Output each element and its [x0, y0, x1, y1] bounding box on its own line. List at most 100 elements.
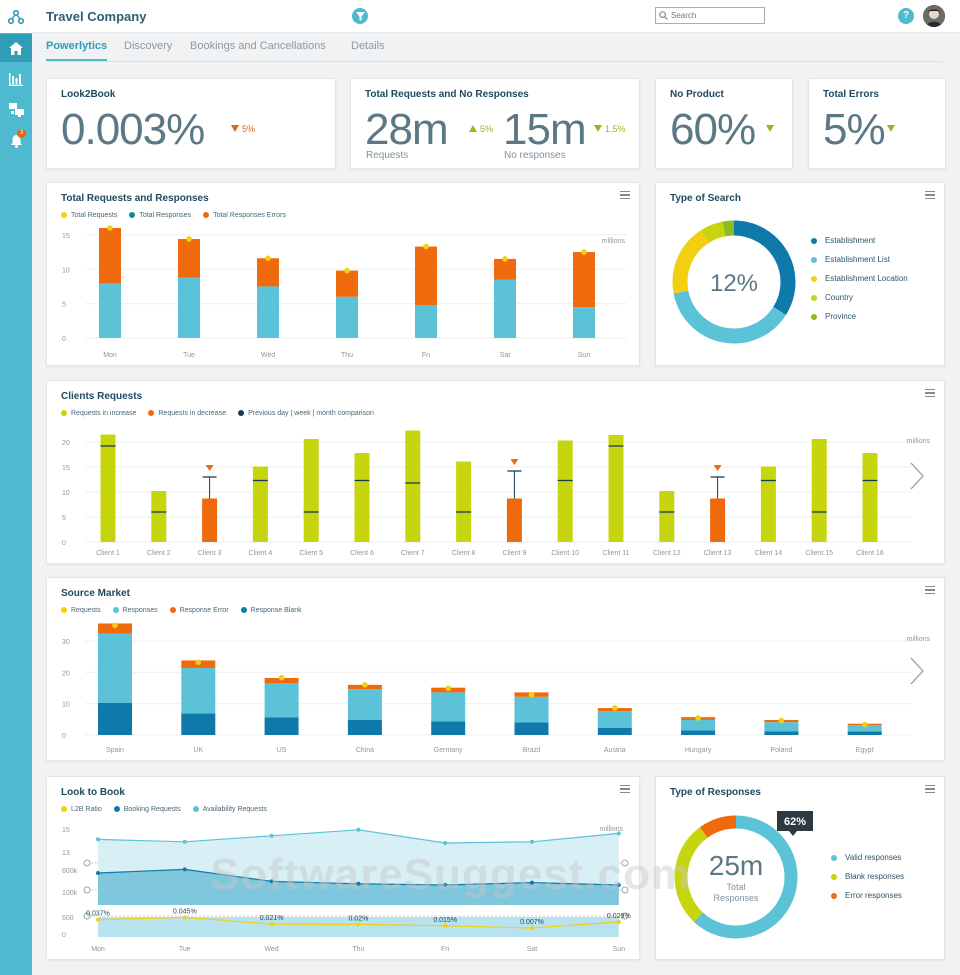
chevron-right-icon[interactable] — [907, 461, 927, 491]
chevron-right-icon[interactable] — [907, 656, 927, 686]
kpi-delta: 5% — [231, 124, 255, 134]
y-tick-label: 10 — [62, 490, 70, 497]
chart-total-requests-responses: 0 5 10 15 millions Mon Tue Wed Thu Fri Sat Sun — [62, 225, 627, 359]
x-tick-label: Client 4 — [249, 550, 273, 557]
help-button[interactable]: ? — [898, 8, 914, 24]
bar-blank — [431, 721, 466, 735]
down-arrow-icon — [766, 125, 774, 132]
bar-responses — [264, 683, 299, 718]
unit-label: millions — [907, 636, 931, 643]
bar-errors — [257, 258, 279, 287]
bar-blank — [98, 702, 132, 735]
filter-button[interactable] — [352, 8, 368, 24]
kpi-card-no-product: No Product 60% — [655, 78, 793, 169]
y-tick-label: 13 — [62, 850, 70, 857]
chart-card-type-of-responses: Type of Responses 25m Total Responses 62% V… — [655, 776, 945, 960]
donut-slice — [701, 221, 726, 243]
legend-item[interactable]: Establishment Location — [811, 274, 908, 283]
sidebar-item-notifications[interactable]: 3 — [0, 127, 32, 155]
legend-item[interactable]: Province — [811, 312, 908, 321]
x-tick-label: Sun — [578, 352, 591, 359]
x-tick-label: Client 9 — [503, 550, 527, 557]
y-tick-label: 600 — [62, 915, 74, 922]
y-tick-label: 15 — [62, 233, 70, 240]
point-requests — [278, 674, 285, 681]
chart-card-clients-requests: Clients Requests Requests in increase Re… — [46, 380, 945, 564]
legend-item[interactable]: Country — [811, 293, 908, 302]
point-requests — [528, 691, 535, 698]
donut-legend: Valid responses Blank responses Error re… — [831, 853, 904, 910]
point-booking — [269, 879, 274, 884]
bar-errors — [178, 239, 200, 278]
kpi-value: 0.003% — [61, 105, 205, 154]
sidebar-item-network[interactable] — [0, 96, 32, 124]
point-requests — [861, 721, 868, 728]
bar-blank — [347, 719, 382, 735]
x-tick-label: Hungary — [685, 747, 712, 754]
point-requests — [445, 685, 452, 692]
bar-increase — [862, 453, 878, 542]
y-tick-label: 600k — [62, 868, 78, 875]
legend-item[interactable]: Blank responses — [831, 872, 904, 881]
chart-clients-requests: 0 5 10 15 20 millions Client 1 Client 2 Client 3… — [62, 430, 930, 557]
y-tick-label: 0 — [62, 733, 66, 740]
y-tick-label: 15 — [62, 465, 70, 472]
app-logo[interactable] — [0, 0, 32, 33]
point-requests — [581, 249, 587, 255]
kpi-no-responses-delta: 1.5% — [594, 124, 626, 134]
sidebar-item-home[interactable] — [0, 34, 32, 62]
bar-responses — [431, 692, 466, 722]
chart-look-to-book: 0600100k600k1315 millions0.037%Mon0.045%T… — [62, 826, 631, 953]
legend-item[interactable]: Establishment — [811, 236, 908, 245]
y-tick-label: 20 — [62, 440, 70, 447]
tab-powerlytics[interactable]: Powerlytics — [46, 40, 108, 61]
tab-bookings-and-cancellations[interactable]: Bookings and Cancellations — [190, 40, 326, 52]
bar-responses — [257, 286, 279, 338]
donut-slice — [699, 815, 737, 838]
donut-center-label: Total — [726, 882, 745, 892]
legend-item[interactable]: Error responses — [831, 891, 904, 900]
down-arrow-icon — [887, 125, 895, 132]
donut-center-value: 25m — [709, 850, 763, 881]
y-tick-label: 0 — [62, 932, 66, 939]
bar-increase — [405, 430, 421, 542]
x-tick-label: Fri — [441, 946, 450, 953]
callout-value: 62% — [784, 816, 806, 828]
x-tick-label: Sat — [500, 352, 511, 359]
search-box[interactable] — [655, 7, 765, 24]
donut-legend: Establishment Establishment List Establi… — [811, 236, 908, 331]
x-tick-label: Sat — [527, 946, 538, 953]
sidebar-item-analytics[interactable] — [0, 65, 32, 93]
tab-details[interactable]: Details — [351, 40, 385, 52]
y-tick-label: 10 — [62, 702, 70, 709]
data-label: 0.007% — [520, 919, 544, 926]
chart-card-type-of-search: Type of Search 12% Establishment Establi… — [655, 182, 945, 366]
bar-responses — [597, 711, 632, 728]
range-handle — [621, 886, 629, 894]
x-tick-label: Client 13 — [704, 550, 732, 557]
data-label: 0.045% — [173, 908, 197, 915]
bar-responses — [336, 296, 358, 338]
legend-item[interactable]: Valid responses — [831, 853, 904, 862]
bar-errors — [99, 228, 121, 284]
down-arrow-icon — [231, 125, 239, 132]
kpi-delta-value: 1.5% — [605, 124, 626, 134]
search-input[interactable] — [671, 11, 761, 20]
bar-decrease — [710, 498, 726, 542]
point-requests — [502, 256, 508, 262]
point-booking — [616, 883, 621, 887]
filter-icon — [355, 11, 365, 21]
y-tick-label: 30 — [62, 639, 70, 646]
tab-discovery[interactable]: Discovery — [124, 40, 172, 52]
data-label: 0.02% — [348, 915, 368, 922]
x-tick-label: Sun — [613, 946, 626, 953]
bar-responses — [494, 279, 516, 338]
x-tick-label: Tue — [183, 352, 195, 359]
bar-responses — [347, 689, 382, 720]
avatar[interactable] — [923, 5, 945, 27]
point-requests — [195, 659, 202, 666]
point-l2b — [616, 919, 621, 924]
y-tick-label: 0 — [62, 336, 66, 343]
bar-blank — [264, 717, 299, 735]
legend-item[interactable]: Establishment List — [811, 255, 908, 264]
